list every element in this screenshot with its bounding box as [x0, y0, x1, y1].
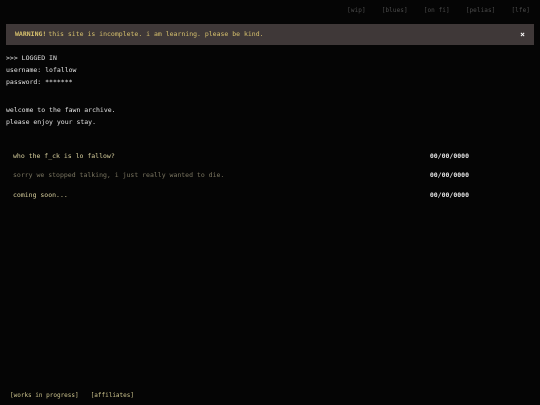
warning-banner: WARNING! this site is incomplete. i am l… [6, 24, 534, 45]
nav-link-4[interactable]: [pelias] [466, 8, 496, 14]
post-title[interactable]: who the f_ck is lo fallow? [13, 152, 115, 160]
post-item[interactable]: sorry we stopped talking, i just really … [13, 166, 471, 186]
warning-title: WARNING! [15, 30, 47, 39]
username-line: username: lofallow [6, 65, 77, 74]
nav-link-2[interactable]: [blues] [382, 8, 408, 14]
post-date: 00/00/0000 [429, 171, 469, 179]
password-line: password: ******* [6, 77, 73, 86]
nav-link-5[interactable]: [lfe] [511, 8, 530, 14]
post-date: 00/00/0000 [429, 190, 469, 199]
warning-message: this site is incomplete. i am learning. … [48, 30, 264, 39]
post-date: 00/00/0000 [429, 151, 469, 160]
footer-links: [works in progress] [affiliates] [10, 393, 134, 399]
welcome-text: welcome to the fawn archive. please enjo… [6, 104, 116, 128]
post-title[interactable]: coming soon... [13, 191, 68, 199]
login-info: >>> LOGGED IN username: lofallow passwor… [6, 52, 76, 88]
post-list: who the f_ck is lo fallow? 00/00/0000 so… [13, 146, 471, 205]
post-item[interactable]: who the f_ck is lo fallow? 00/00/0000 [13, 146, 471, 166]
affiliates-link[interactable]: [affiliates] [91, 393, 134, 399]
login-status: >>> LOGGED IN [6, 53, 57, 62]
welcome-line-2: please enjoy your stay. [6, 117, 97, 126]
nav-link-1[interactable]: [wip] [347, 8, 366, 14]
post-item[interactable]: coming soon... 00/00/0000 [13, 185, 471, 205]
top-nav: [wip] [blues] [on fi] [pelias] [lfe] [347, 8, 530, 14]
works-in-progress-link[interactable]: [works in progress] [10, 393, 79, 399]
page: [wip] [blues] [on fi] [pelias] [lfe] WAR… [0, 0, 540, 405]
nav-link-3[interactable]: [on fi] [424, 8, 450, 14]
post-title[interactable]: sorry we stopped talking, i just really … [13, 172, 224, 179]
close-icon[interactable]: × [520, 30, 525, 39]
welcome-line-1: welcome to the fawn archive. [6, 105, 116, 114]
